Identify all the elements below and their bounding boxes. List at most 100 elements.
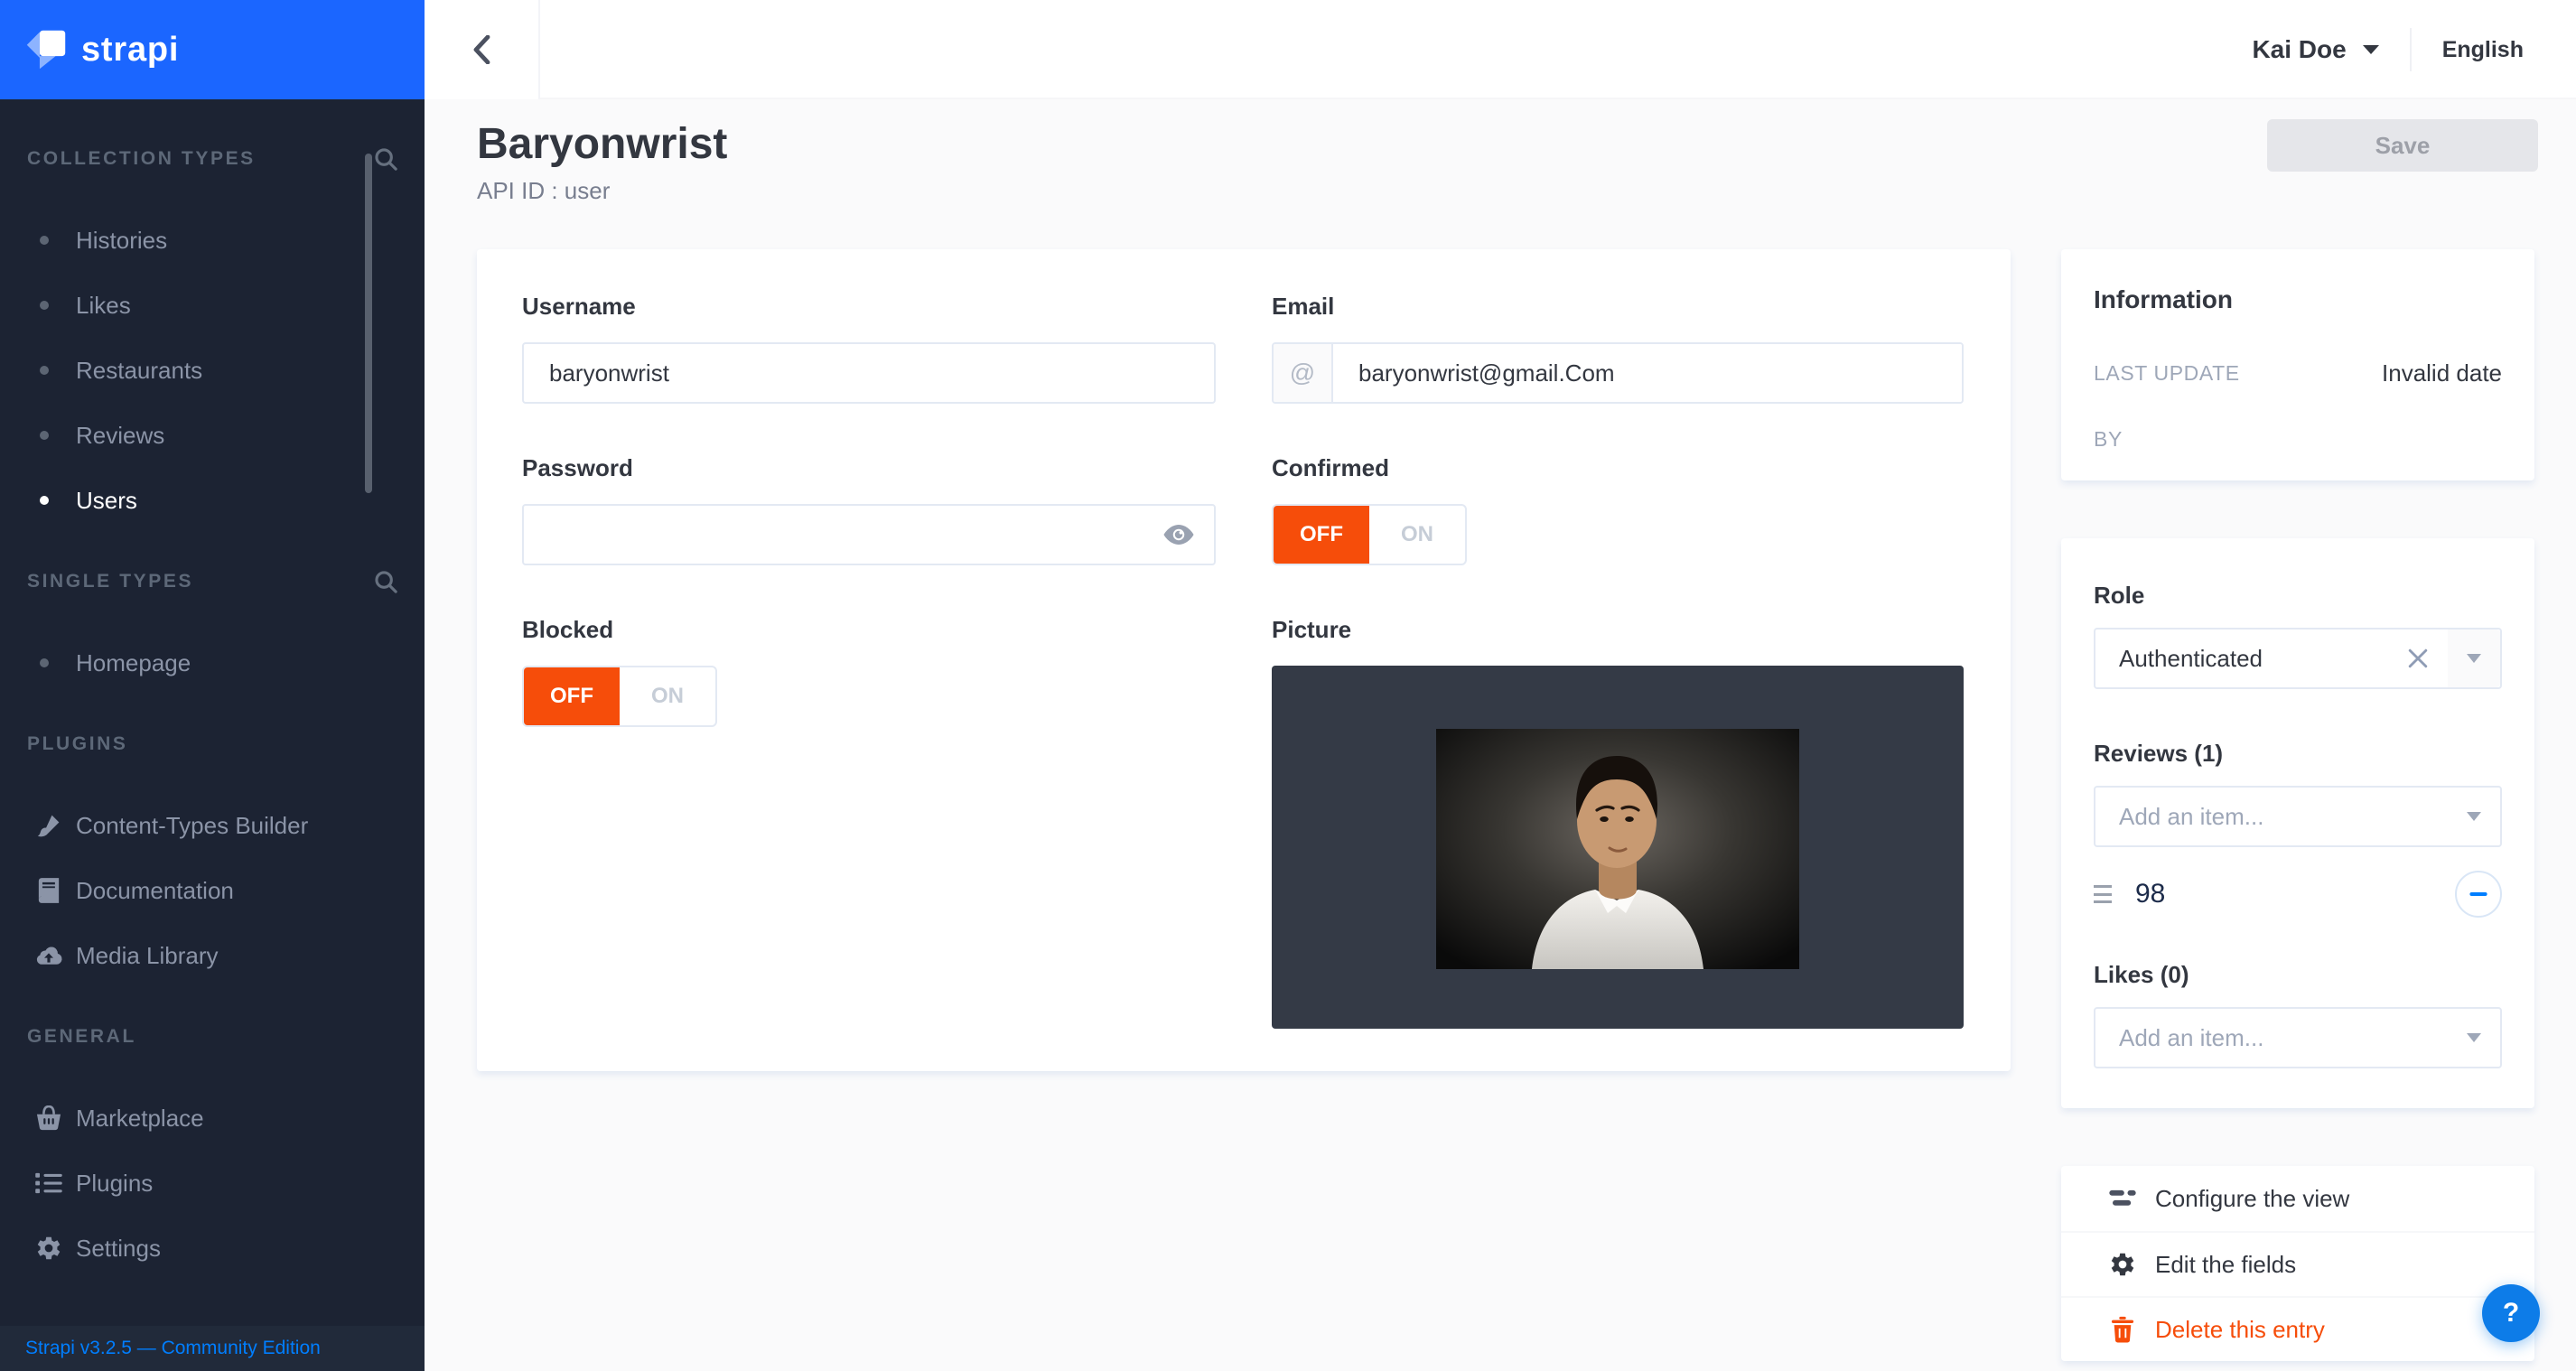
likes-add-select[interactable]: Add an item...	[2094, 1007, 2502, 1068]
bullet-icon	[40, 301, 49, 310]
blocked-toggle[interactable]: OFF ON	[522, 666, 717, 727]
user-photo	[1436, 729, 1799, 969]
sidebar-item-content-types-builder[interactable]: Content-Types Builder	[0, 793, 425, 858]
picture-label: Picture	[1272, 616, 1964, 644]
sidebar-item-restaurants[interactable]: Restaurants	[0, 338, 425, 403]
gear-icon	[2106, 1252, 2139, 1277]
basket-icon	[34, 1105, 63, 1131]
likes-placeholder: Add an item...	[2095, 1024, 2263, 1052]
dropdown-caret[interactable]	[2448, 630, 2500, 687]
sidebar: strapi COLLECTION TYPES Histories Likes …	[0, 0, 425, 1371]
toggle-on-segment[interactable]: ON	[620, 667, 715, 725]
trash-icon	[2106, 1316, 2139, 1343]
app-logo[interactable]: strapi	[0, 0, 425, 99]
bullet-icon	[40, 658, 49, 667]
sidebar-item-label: Reviews	[76, 422, 164, 450]
at-icon: @	[1274, 344, 1333, 402]
role-select[interactable]: Authenticated	[2094, 628, 2502, 689]
sidebar-scrollbar[interactable]	[365, 154, 372, 493]
reviews-add-select[interactable]: Add an item...	[2094, 786, 2502, 847]
toggle-on-segment[interactable]: ON	[1369, 506, 1465, 564]
chevron-down-icon[interactable]	[2363, 45, 2379, 54]
section-title-plugins: PLUGINS	[27, 733, 128, 755]
cloud-upload-icon	[34, 945, 63, 966]
last-update-label: LAST UPDATE	[2094, 361, 2240, 386]
email-label: Email	[1272, 293, 1964, 321]
book-icon	[34, 878, 63, 903]
language-selector[interactable]: English	[2442, 37, 2524, 63]
search-icon[interactable]	[374, 570, 397, 593]
sidebar-item-label: Documentation	[76, 877, 234, 905]
sidebar-item-documentation[interactable]: Documentation	[0, 858, 425, 923]
paintbrush-icon	[34, 813, 63, 838]
topbar: Kai Doe English	[425, 0, 2576, 99]
dropdown-caret[interactable]	[2448, 1009, 2500, 1067]
sidebar-item-label: Homepage	[76, 649, 191, 677]
sidebar-item-label: Plugins	[76, 1170, 153, 1198]
edit-form-card: Username Email @ Password	[477, 249, 2011, 1071]
sidebar-item-label: Settings	[76, 1235, 161, 1263]
sidebar-item-settings[interactable]: Settings	[0, 1216, 425, 1281]
bullet-icon	[40, 431, 49, 440]
picture-preview[interactable]	[1272, 666, 1964, 1029]
user-menu[interactable]: Kai Doe	[2252, 35, 2346, 64]
configure-view-link[interactable]: Configure the view	[2061, 1166, 2534, 1231]
toggle-off-segment[interactable]: OFF	[1274, 506, 1369, 564]
confirmed-toggle[interactable]: OFF ON	[1272, 504, 1467, 565]
username-input[interactable]	[522, 342, 1216, 404]
link-label: Edit the fields	[2155, 1251, 2296, 1279]
review-item-row: 98	[2094, 871, 2502, 918]
bullet-icon	[40, 366, 49, 375]
divider	[2410, 28, 2412, 71]
clear-icon[interactable]	[2408, 648, 2428, 668]
delete-entry-link[interactable]: Delete this entry	[2061, 1296, 2534, 1361]
reviews-placeholder: Add an item...	[2095, 803, 2263, 831]
help-button[interactable]: ?	[2482, 1284, 2540, 1342]
entry-actions-card: Configure the view Edit the fields Delet…	[2061, 1166, 2534, 1361]
layout-icon	[2106, 1189, 2139, 1208]
back-button[interactable]	[425, 0, 540, 99]
information-title: Information	[2094, 285, 2502, 314]
sidebar-item-histories[interactable]: Histories	[0, 208, 425, 273]
drag-handle-icon[interactable]	[2094, 885, 2112, 902]
sidebar-item-plugins[interactable]: Plugins	[0, 1151, 425, 1216]
sidebar-footer: Strapi v3.2.5 — Community Edition	[0, 1326, 425, 1371]
blocked-label: Blocked	[522, 616, 1216, 644]
page-title: Baryonwrist	[477, 117, 2538, 172]
toggle-off-segment[interactable]: OFF	[524, 667, 620, 725]
content-area: Baryonwrist API ID : user Save Username …	[425, 99, 2576, 1371]
sidebar-item-label: Likes	[76, 292, 131, 320]
link-label: Delete this entry	[2155, 1316, 2325, 1344]
sidebar-item-label: Marketplace	[76, 1105, 204, 1133]
username-field-group: Username	[522, 293, 1216, 404]
link-label: Configure the view	[2155, 1185, 2349, 1213]
review-item-link[interactable]: 98	[2135, 879, 2165, 909]
remove-item-button[interactable]	[2455, 871, 2502, 918]
eye-icon[interactable]	[1163, 525, 1194, 545]
password-input[interactable]	[522, 504, 1216, 565]
password-label: Password	[522, 454, 1216, 482]
sidebar-item-users[interactable]: Users	[0, 468, 425, 533]
information-card: Information LAST UPDATE Invalid date BY	[2061, 249, 2534, 480]
by-label: BY	[2094, 427, 2123, 452]
sidebar-item-media-library[interactable]: Media Library	[0, 923, 425, 988]
sidebar-item-marketplace[interactable]: Marketplace	[0, 1086, 425, 1151]
gear-icon	[34, 1236, 63, 1261]
email-input[interactable]	[1333, 344, 1962, 402]
sidebar-item-reviews[interactable]: Reviews	[0, 403, 425, 468]
sidebar-nav: COLLECTION TYPES Histories Likes Restaur…	[0, 99, 425, 1281]
minus-icon	[2468, 883, 2489, 905]
section-title-single-types: SINGLE TYPES	[27, 571, 193, 592]
edit-fields-link[interactable]: Edit the fields	[2061, 1231, 2534, 1296]
confirmed-field-group: Confirmed OFF ON	[1272, 454, 1964, 565]
bullet-icon	[40, 236, 49, 245]
sidebar-item-likes[interactable]: Likes	[0, 273, 425, 338]
strapi-version-link[interactable]: Strapi v3.2.5 — Community Edition	[25, 1338, 321, 1359]
email-field-group: Email @	[1272, 293, 1964, 404]
save-button[interactable]: Save	[2267, 119, 2538, 172]
sidebar-item-homepage[interactable]: Homepage	[0, 630, 425, 695]
role-label: Role	[2094, 582, 2502, 610]
search-icon[interactable]	[374, 147, 397, 171]
dropdown-caret[interactable]	[2448, 788, 2500, 845]
sidebar-item-label: Restaurants	[76, 357, 202, 385]
